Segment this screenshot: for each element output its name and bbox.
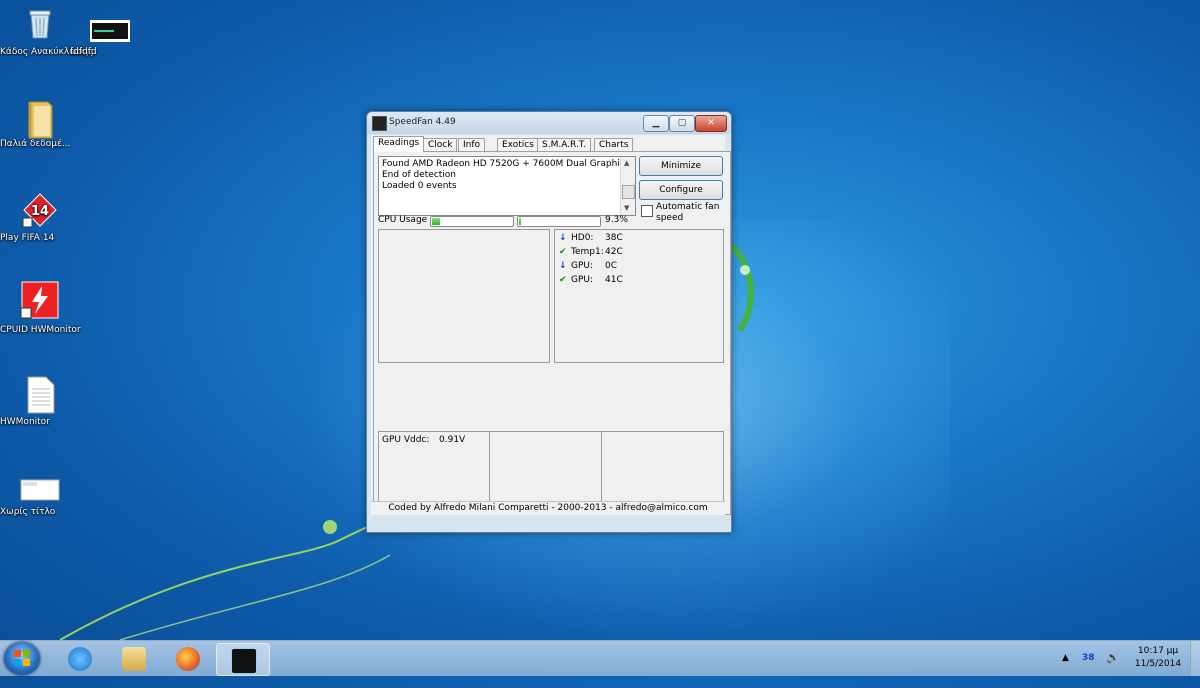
voltage-column-divider	[601, 432, 602, 504]
desktop-icon-fdfdfd[interactable]: fdfdfd	[70, 20, 150, 57]
desktop-icon-label: Play FIFA 14	[0, 233, 55, 243]
tab-exotics[interactable]: Exotics	[497, 138, 539, 152]
temperatures-box: ↓ HD0: 38C ✔ Temp1:42C ↓ GPU: 0C ✔ GPU: 41C	[554, 229, 724, 363]
show-desktop-button[interactable]	[1190, 641, 1200, 676]
desktop-icon-play-fifa-14[interactable]: 14 Play FIFA 14	[0, 192, 80, 243]
automatic-fan-speed-label-2: speed	[656, 213, 684, 223]
maximize-window-button[interactable]: ▢	[669, 115, 695, 132]
speedfan-window: SpeedFan 4.49 ▁ ▢ ✕ Readings Clock Info …	[366, 111, 732, 533]
scroll-down-icon[interactable]: ▼	[624, 204, 629, 212]
tab-clock[interactable]: Clock	[423, 138, 458, 152]
tab-smart[interactable]: S.M.A.R.T.	[537, 138, 592, 152]
internet-explorer-icon	[68, 647, 92, 671]
desktop-icon-label: CPUID HWMonitor	[0, 325, 81, 335]
minimize-window-button[interactable]: ▁	[643, 115, 669, 132]
blank-document-icon	[20, 478, 60, 502]
fan-speeds-box	[378, 229, 550, 363]
taskbar-explorer[interactable]	[108, 643, 160, 674]
cpu-core1-usage-bar	[430, 216, 514, 227]
event-log[interactable]: Found AMD Radeon HD 7520G + 7600M Dual G…	[378, 156, 636, 216]
hwmonitor-icon	[20, 280, 60, 320]
desktop-icon-untitled[interactable]: Χωρίς τίτλο	[0, 478, 80, 517]
speedfan-tray-indicator[interactable]: 38	[1082, 653, 1095, 688]
cpu-core2-usage-bar	[517, 216, 601, 227]
volume-icon[interactable]: 🔈	[1106, 651, 1120, 686]
desktop-icon-label: Παλιά δεδομέ...	[0, 139, 71, 149]
voltage-value: 0.91V	[439, 435, 466, 445]
taskbar-internet-explorer[interactable]	[54, 643, 106, 674]
sensor-row-hd0: ↓ HD0: 38C	[559, 233, 623, 244]
text-file-icon	[22, 376, 58, 414]
tab-readings[interactable]: Readings	[373, 136, 425, 152]
speedfan-fan-icon	[231, 648, 257, 674]
voltages-box: GPU Vddc: 0.91V	[378, 431, 724, 505]
log-scrollbar[interactable]: ▲ ▼	[620, 157, 635, 215]
sensor-row-gpu-1: ↓ GPU: 0C	[559, 261, 617, 272]
recycle-bin-icon	[22, 6, 58, 42]
minimize-button[interactable]: Minimize	[639, 156, 723, 176]
firefox-icon	[176, 647, 200, 671]
speedfan-app-icon	[372, 116, 387, 131]
folder-icon	[22, 98, 58, 139]
system-clock[interactable]: 10:17 μμ 11/5/2014	[1130, 645, 1186, 671]
voltage-column-divider	[489, 432, 490, 504]
voltage-label: GPU Vddc:	[382, 435, 430, 445]
arrow-down-icon: ↓	[559, 261, 567, 271]
sensor-value: 38C	[605, 233, 623, 243]
automatic-fan-speed-label: Automatic fan	[656, 202, 720, 212]
clock-time: 10:17 μμ	[1137, 646, 1179, 656]
sensor-value: 0C	[605, 261, 618, 271]
window-title: SpeedFan 4.49	[389, 117, 456, 127]
title-bar[interactable]: SpeedFan 4.49 ▁ ▢ ✕	[367, 112, 731, 134]
sensor-row-temp1: ✔ Temp1:42C	[559, 247, 623, 258]
taskbar-speedfan[interactable]	[216, 643, 270, 676]
automatic-fan-speed-checkbox[interactable]	[641, 205, 653, 217]
readings-panel: Found AMD Radeon HD 7520G + 7600M Dual G…	[373, 151, 731, 515]
desktop-icon-label: fdfdfd	[70, 47, 97, 57]
window-client-area: Readings Clock Info Exotics S.M.A.R.T. C…	[371, 135, 731, 515]
desktop-icon-label: HWMonitor	[0, 417, 50, 427]
scroll-up-icon[interactable]: ▲	[624, 159, 629, 167]
tab-charts[interactable]: Charts	[594, 138, 634, 152]
sensor-value: 42C	[605, 247, 623, 257]
desktop-icon-recycle-bin[interactable]: Κάδος Ανακύκλωσης	[0, 6, 93, 57]
fifa-14-icon: 14	[22, 192, 58, 228]
clock-date: 11/5/2014	[1134, 659, 1182, 669]
svg-text:14: 14	[31, 204, 49, 219]
sensor-name: HD0:	[571, 233, 594, 243]
desktop-icon-cpuid-hwmonitor[interactable]: CPUID HWMonitor	[0, 280, 81, 335]
sensor-value: 41C	[605, 275, 623, 285]
window-thumbnail-icon	[90, 20, 130, 42]
windows-logo-icon	[14, 650, 30, 666]
log-line: Found AMD Radeon HD 7520G + 7600M Dual G…	[382, 159, 630, 169]
start-button[interactable]	[4, 642, 40, 675]
sensor-name: Temp1:	[571, 247, 604, 257]
arrow-down-icon: ↓	[559, 233, 567, 243]
scroll-thumb[interactable]	[622, 185, 635, 199]
desktop-icon-label: Χωρίς τίτλο	[0, 507, 56, 517]
sensor-name: GPU:	[571, 261, 594, 271]
tab-info[interactable]: Info	[458, 138, 486, 152]
desktop-icon-folder[interactable]: Παλιά δεδομέ...	[0, 98, 80, 149]
credits-footer: Coded by Alfredo Milani Comparetti - 200…	[371, 501, 725, 515]
taskbar: ▲ 38 🔈 10:17 μμ 11/5/2014	[0, 640, 1200, 676]
folder-library-icon	[122, 647, 146, 671]
checkmark-icon: ✔	[559, 247, 567, 257]
sensor-row-gpu-2: ✔ GPU: 41C	[559, 275, 623, 286]
desktop-icon-hwmonitor-file[interactable]: HWMonitor	[0, 376, 80, 427]
cpu-usage-label: CPU Usage	[378, 215, 428, 225]
log-line: End of detection	[382, 170, 457, 180]
close-window-button[interactable]: ✕	[695, 115, 727, 132]
show-hidden-icons-icon[interactable]: ▲	[1062, 653, 1069, 688]
sensor-name: GPU:	[571, 275, 594, 285]
log-line: Loaded 0 events	[382, 181, 457, 191]
taskbar-firefox[interactable]	[162, 643, 214, 674]
checkmark-icon: ✔	[559, 275, 567, 285]
configure-button[interactable]: Configure	[639, 180, 723, 200]
cpu-usage-value: 9.3%	[605, 215, 628, 225]
